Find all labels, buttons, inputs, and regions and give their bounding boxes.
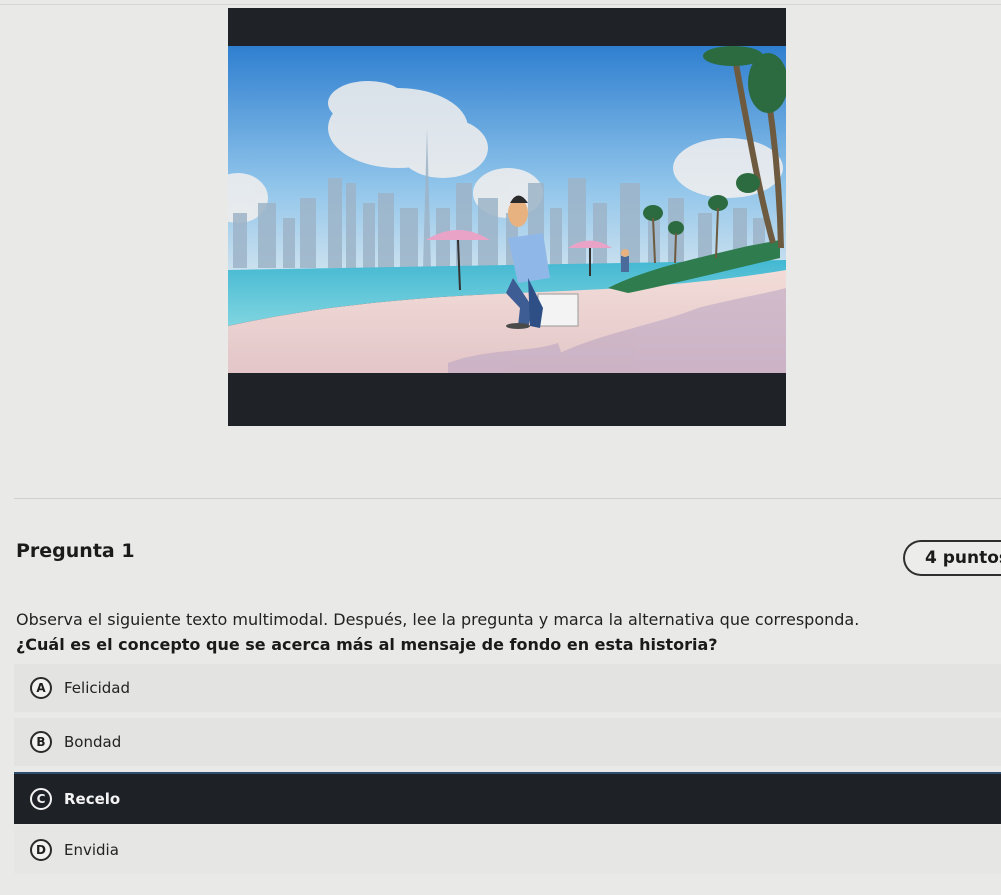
option-b[interactable]: B Bondad [14, 718, 1001, 766]
option-a[interactable]: A Felicidad [14, 664, 1001, 712]
option-label-d: Envidia [64, 841, 119, 859]
question-instruction: Observa el siguiente texto multimodal. D… [16, 610, 860, 629]
question-prompt: ¿Cuál es el concepto que se acerca más a… [16, 635, 718, 654]
question-title: Pregunta 1 [16, 540, 135, 562]
option-letter-a: A [30, 677, 52, 699]
option-letter-c: C [30, 788, 52, 810]
option-label-c: Recelo [64, 790, 121, 808]
video-player[interactable] [228, 8, 786, 426]
section-divider [14, 498, 1001, 499]
option-c-selected[interactable]: C Recelo [14, 772, 1001, 824]
option-letter-d: D [30, 839, 52, 861]
points-badge: 4 puntos [903, 540, 1001, 576]
option-letter-b: B [30, 731, 52, 753]
option-label-b: Bondad [64, 733, 122, 751]
option-label-a: Felicidad [64, 679, 131, 697]
top-border-line [0, 4, 1001, 5]
option-d[interactable]: D Envidia [14, 826, 1001, 874]
video-frame-image [228, 8, 786, 426]
